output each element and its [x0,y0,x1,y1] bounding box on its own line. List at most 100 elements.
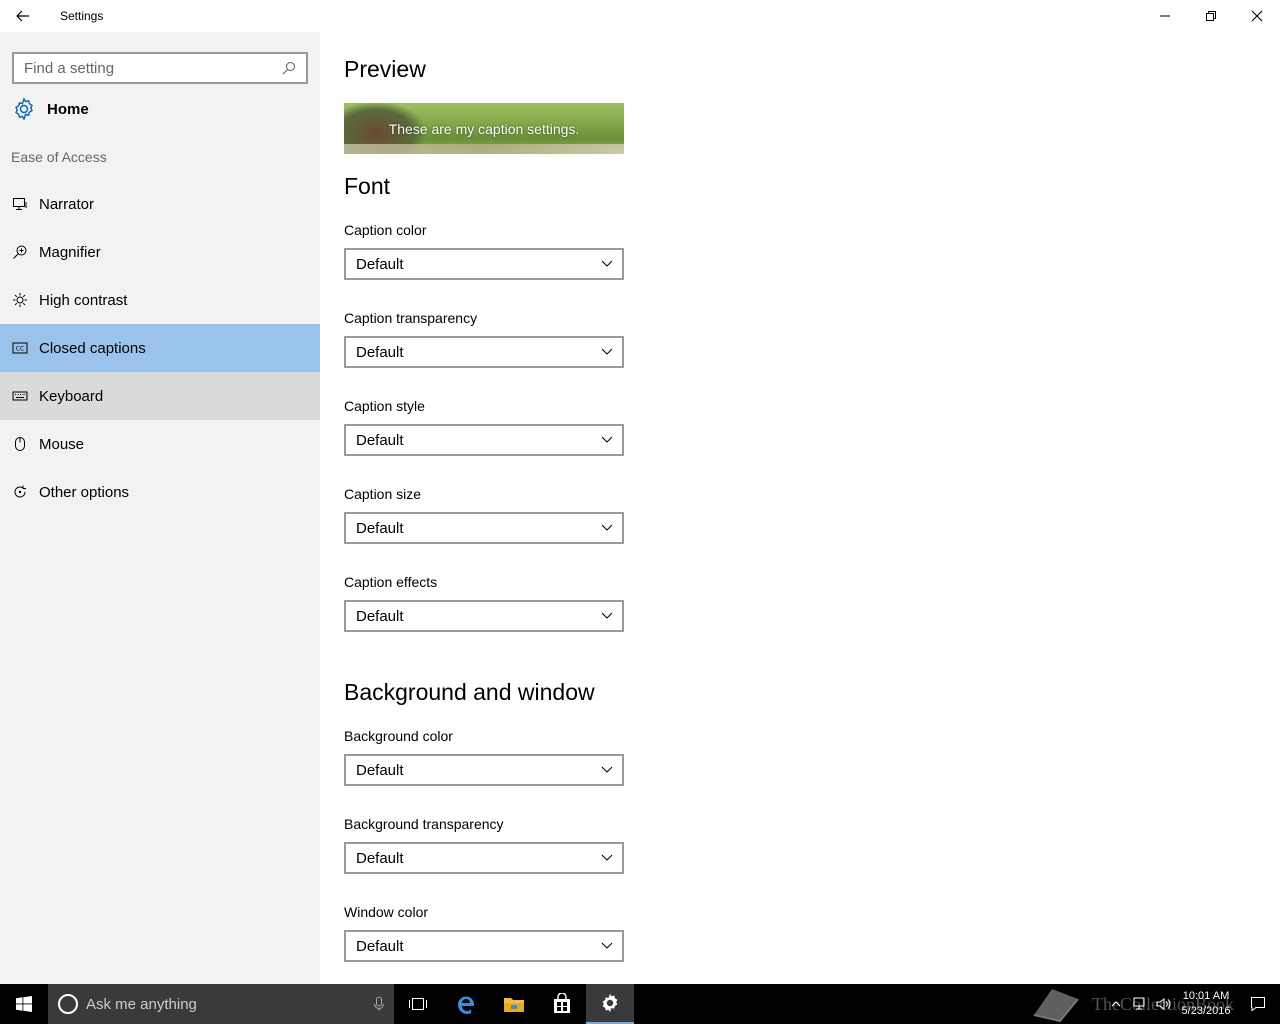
cortana-search-text[interactable]: Ask me anything [86,996,364,1013]
window-color-label: Window color [344,904,429,920]
magnifier-icon [13,245,27,259]
sidebar-item-mouse[interactable]: Mouse [0,420,320,468]
chevron-down-icon [601,612,613,619]
action-center-button[interactable] [1236,984,1280,1024]
cortana-search[interactable]: Ask me anything [48,984,394,1024]
volume-button[interactable] [1152,984,1176,1024]
network-button[interactable] [1128,984,1152,1024]
narrator-icon [13,198,27,210]
caption-size-dropdown[interactable]: Default [344,512,624,544]
edge-taskbar-button[interactable] [442,984,490,1024]
chevron-down-icon [601,854,613,861]
sidebar-item-label: High contrast [39,291,128,309]
task-view-button[interactable] [394,984,442,1024]
dropdown-value: Default [356,849,404,867]
sidebar-item-closed-captions[interactable]: CC Closed captions [0,324,320,372]
other-options-icon [14,485,26,498]
sidebar-item-keyboard[interactable]: Keyboard [0,372,320,420]
group-label: Ease of Access [11,149,107,165]
sidebar-item-label: Keyboard [39,387,104,405]
chevron-down-icon [601,436,613,443]
home-link[interactable]: Home [0,92,320,126]
keyboard-icon [12,391,28,401]
clock-date: 5/23/2016 [1181,1005,1231,1017]
caption-preview: These are my caption settings. [344,103,624,154]
start-button[interactable] [0,984,48,1024]
dropdown-value: Default [356,761,404,779]
search-input[interactable]: Find a setting [24,60,282,77]
dropdown-value: Default [356,937,404,955]
caption-style-dropdown[interactable]: Default [344,424,624,456]
background-transparency-label: Background transparency [344,816,504,832]
microphone-icon[interactable] [373,996,385,1012]
background-heading: Background and window [344,679,595,705]
back-button[interactable] [0,0,46,32]
sidebar-item-label: Other options [39,483,130,501]
close-button[interactable] [1234,0,1280,32]
sidebar-item-label: Closed captions [39,339,146,357]
sidebar-item-narrator[interactable]: Narrator [0,180,320,228]
window-color-dropdown[interactable]: Default [344,930,624,962]
file-explorer-taskbar-button[interactable] [490,984,538,1024]
caption-effects-label: Caption effects [344,574,438,590]
font-heading: Font [344,173,391,199]
sidebar-item-label: Narrator [39,195,95,213]
caption-color-label: Caption color [344,222,427,238]
gear-icon [602,993,618,1013]
title-bar: Settings [0,0,1280,32]
search-box[interactable]: Find a setting [12,52,308,84]
chevron-down-icon [601,348,613,355]
back-arrow-icon [16,10,29,22]
system-tray: 10:01 AM 5/23/2016 [1104,984,1280,1024]
sidebar: Find a setting Home Ease of Access Narra… [0,32,320,984]
restore-icon [1206,11,1216,21]
caption-effects-dropdown[interactable]: Default [344,600,624,632]
store-icon [554,993,570,1013]
minimize-button[interactable] [1142,0,1188,32]
restore-button[interactable] [1188,0,1234,32]
clock-time: 10:01 AM [1182,990,1230,1002]
notification-icon [1251,997,1265,1012]
preview-heading: Preview [344,56,426,82]
network-icon [1133,997,1145,1010]
chevron-down-icon [601,942,613,949]
edge-browser-icon [457,996,474,1014]
sidebar-item-magnifier[interactable]: Magnifier [0,228,320,276]
chevron-down-icon [601,260,613,267]
dropdown-value: Default [356,255,404,273]
caption-color-dropdown[interactable]: Default [344,248,624,280]
minimize-icon [1160,15,1170,17]
sidebar-item-high-contrast[interactable]: High contrast [0,276,320,324]
close-icon [1251,10,1263,22]
closed-captions-icon: CC [12,342,28,354]
nav-list: Narrator Magnifier High contrast CC Clos… [0,180,320,516]
windows-logo-icon [16,996,32,1012]
settings-taskbar-button[interactable] [586,984,634,1024]
gear-icon [15,97,33,121]
search-icon[interactable] [282,61,296,75]
background-color-dropdown[interactable]: Default [344,754,624,786]
cortana-icon [58,994,78,1014]
taskbar: Ask me anything TheCollectionBook 10:01 … [0,984,1280,1024]
preview-caption-text: These are my caption settings. [388,121,580,137]
sidebar-item-other-options[interactable]: Other options [0,468,320,516]
sidebar-item-label: Mouse [39,435,85,453]
background-transparency-dropdown[interactable]: Default [344,842,624,874]
caption-size-label: Caption size [344,486,422,502]
dropdown-value: Default [356,607,404,625]
svg-text:CC: CC [16,346,24,353]
background-color-label: Background color [344,728,453,744]
mouse-icon [15,437,25,451]
store-taskbar-button[interactable] [538,984,586,1024]
high-contrast-icon [13,293,27,307]
dropdown-value: Default [356,431,404,449]
chevron-down-icon [601,766,613,773]
dropdown-value: Default [356,343,404,361]
caption-transparency-dropdown[interactable]: Default [344,336,624,368]
dropdown-value: Default [356,519,404,537]
book-logo-icon [1033,989,1079,1023]
taskbar-clock[interactable]: 10:01 AM 5/23/2016 [1176,989,1236,1019]
task-view-icon [409,998,427,1010]
chevron-up-icon [1111,1001,1121,1007]
show-hidden-icons-button[interactable] [1104,984,1128,1024]
